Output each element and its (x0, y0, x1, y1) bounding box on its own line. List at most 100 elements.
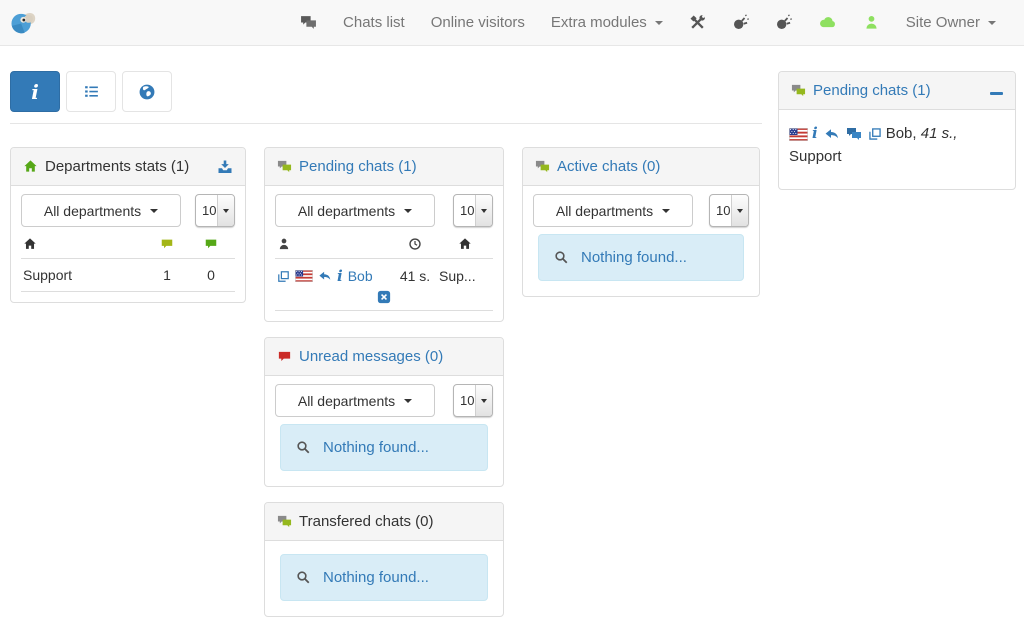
grid-column-2: Pending chats (1) All departments 10 (264, 147, 504, 617)
select-arrow (217, 195, 234, 226)
panel-title[interactable]: Unread messages (0) (299, 348, 443, 365)
active-chats-body: All departments 10 Nothing found... (523, 186, 759, 296)
top-navbar: Chats list Online visitors Extra modules… (0, 0, 1024, 46)
nav-plugins-2[interactable] (762, 0, 805, 46)
page-size-select[interactable]: 10 (453, 384, 493, 417)
empty-state-message: Nothing found... (538, 234, 744, 281)
panel-title: Departments stats (1) (45, 158, 189, 175)
chat-bubbles-icon (535, 159, 550, 174)
nav-online-visitors[interactable]: Online visitors (418, 0, 538, 46)
department-filter-dropdown[interactable]: All departments (533, 194, 693, 227)
wait-time: 41 s., (921, 125, 958, 142)
reply-arrow-icon[interactable] (824, 126, 840, 142)
department-name: Support (23, 267, 145, 283)
departments-stats-panel: Departments stats (1) All departments (10, 147, 246, 303)
filter-row: All departments 10 (533, 194, 749, 227)
brand-logo[interactable] (8, 8, 38, 38)
nav-chats-list[interactable]: Chats list (330, 0, 418, 46)
collapse-panel-button[interactable] (990, 82, 1003, 99)
list-view-button[interactable] (66, 71, 116, 112)
open-window-icon[interactable] (277, 270, 290, 283)
us-flag-icon (789, 128, 808, 141)
pending-chats-heading: Pending chats (1) (265, 148, 503, 186)
visitor-name-link[interactable]: Bob (348, 268, 373, 284)
department-filter-dropdown[interactable]: All departments (275, 384, 435, 417)
active-chats-heading: Active chats (0) (523, 148, 759, 186)
nav-online-visitors-label: Online visitors (431, 14, 525, 31)
empty-state-text: Nothing found... (323, 439, 429, 456)
department-filter-dropdown[interactable]: All departments (275, 194, 435, 227)
sidebar-pending-chats-panel: Pending chats (1) iBob, 41 s., Support (778, 71, 1016, 190)
nav-cloud-status[interactable] (805, 0, 850, 46)
globe-view-button[interactable] (122, 71, 172, 112)
panel-title[interactable]: Active chats (0) (557, 158, 660, 175)
page-size-select[interactable]: 10 (195, 194, 235, 227)
sidebar-pending-heading: Pending chats (1) (779, 72, 1015, 110)
search-icon (296, 440, 311, 455)
department-filter-label: All departments (44, 203, 141, 219)
page-size-value: 10 (454, 195, 475, 226)
sidebar-pending-body: iBob, 41 s., Support (779, 110, 1015, 189)
download-icon (217, 159, 233, 175)
nav-operator-status[interactable] (850, 0, 893, 46)
active-chats-panel: Active chats (0) All departments 10 (522, 147, 760, 297)
view-toolbar: i (10, 71, 762, 112)
departments-table-header (21, 234, 235, 258)
tools-icon (689, 14, 706, 31)
unread-messages-body: All departments 10 Nothing found... (265, 376, 503, 486)
transfered-chats-heading: Transfered chats (0) (265, 503, 503, 541)
page-size-select[interactable]: 10 (453, 194, 493, 227)
panel-title[interactable]: Pending chats (1) (813, 82, 931, 99)
person-icon (863, 14, 880, 31)
empty-state-text: Nothing found... (581, 249, 687, 266)
panel-title: Transfered chats (0) (299, 513, 434, 530)
chevron-down-icon (150, 209, 158, 213)
wait-time: 41 s. (391, 268, 439, 284)
open-window-icon[interactable] (868, 127, 882, 141)
page-size-value: 10 (454, 385, 475, 416)
visitor-name: Bob, (886, 125, 917, 142)
nav-extra-modules[interactable]: Extra modules (538, 0, 676, 46)
chevron-down-icon (655, 21, 663, 25)
nav-plugins-1[interactable] (719, 0, 762, 46)
select-arrow (475, 195, 492, 226)
visitor-info-icon[interactable]: i (337, 267, 343, 285)
plug-icon (732, 14, 749, 31)
chevron-down-icon (404, 209, 412, 213)
nav-settings[interactable] (676, 0, 719, 46)
department-filter-label: All departments (298, 203, 395, 219)
right-sidebar: Pending chats (1) iBob, 41 s., Support (778, 46, 1016, 190)
navbar-menu: Chats list Online visitors Extra modules… (287, 0, 1009, 46)
empty-state-text: Nothing found... (323, 569, 429, 586)
list-icon (83, 83, 100, 100)
panel-title[interactable]: Pending chats (1) (299, 158, 417, 175)
empty-state-message: Nothing found... (280, 554, 488, 601)
filter-row: All departments 10 (21, 194, 235, 227)
info-view-button[interactable]: i (10, 71, 60, 112)
department-filter-dropdown[interactable]: All departments (21, 194, 181, 227)
chevron-down-icon (988, 21, 996, 25)
filter-row: All departments 10 (275, 194, 493, 227)
reply-arrow-icon[interactable] (318, 269, 332, 283)
panels-grid: Departments stats (1) All departments (10, 147, 762, 617)
search-icon (554, 250, 569, 265)
nav-extra-modules-label: Extra modules (551, 14, 647, 31)
person-icon (277, 237, 291, 251)
pending-chats-panel: Pending chats (1) All departments 10 (264, 147, 504, 322)
chevron-down-icon (662, 209, 670, 213)
nav-site-owner[interactable]: Site Owner (893, 0, 1009, 46)
export-button[interactable] (217, 158, 233, 175)
visitor-info-icon[interactable]: i (812, 124, 818, 142)
page-size-select[interactable]: 10 (709, 194, 749, 227)
plug-icon (775, 14, 792, 31)
filter-row: All departments 10 (275, 384, 493, 417)
home-icon (23, 159, 38, 174)
parrot-logo-icon (8, 8, 38, 38)
transfered-chats-body: Nothing found... (265, 541, 503, 616)
chat-bubbles-blue-icon[interactable] (846, 126, 862, 142)
us-flag-icon (295, 270, 313, 282)
table-row: Support 1 0 (21, 258, 235, 292)
nav-chats-icon-link[interactable] (287, 0, 330, 46)
ban-visitor-icon[interactable] (377, 290, 391, 304)
chat-bubbles-icon (277, 514, 292, 529)
